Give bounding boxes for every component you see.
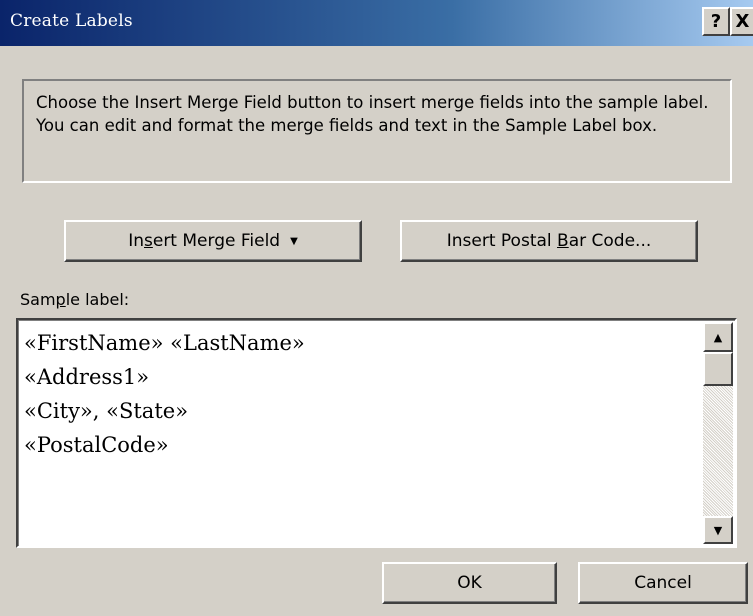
insert-postal-bar-code-label: Insert Postal Bar Code... — [446, 231, 652, 251]
insert-postal-bar-code-button[interactable]: Insert Postal Bar Code... — [400, 220, 698, 262]
instructions-text: Choose the Insert Merge Field button to … — [36, 93, 709, 135]
vertical-scrollbar[interactable]: ▲ ▼ — [703, 322, 733, 544]
insert-merge-field-button[interactable]: Insert Merge Field ▼ — [64, 220, 362, 262]
create-labels-dialog: Create Labels ? X Choose the Insert Merg… — [0, 0, 753, 616]
close-button[interactable]: X — [730, 7, 753, 36]
sample-label-content[interactable]: «FirstName» «LastName» «Address1» «City»… — [24, 326, 305, 462]
scroll-down-button[interactable]: ▼ — [703, 516, 733, 544]
sample-label-line[interactable]: «PostalCode» — [24, 428, 305, 462]
help-icon: ? — [710, 11, 722, 32]
dropdown-arrow-icon: ▼ — [290, 235, 298, 247]
help-button[interactable]: ? — [702, 7, 730, 36]
sample-label-line[interactable]: «FirstName» «LastName» — [24, 326, 305, 360]
cancel-button[interactable]: Cancel — [578, 562, 748, 604]
sample-label-line[interactable]: «Address1» — [24, 360, 305, 394]
scrollbar-thumb[interactable] — [703, 352, 733, 386]
ok-button-label: OK — [457, 573, 482, 593]
sample-label-textarea[interactable]: «FirstName» «LastName» «Address1» «City»… — [16, 318, 737, 548]
cancel-button-label: Cancel — [634, 573, 692, 593]
scroll-up-button[interactable]: ▲ — [703, 322, 733, 352]
sample-label-heading: Sample label: — [20, 290, 130, 309]
instructions-panel: Choose the Insert Merge Field button to … — [22, 79, 732, 183]
window-title: Create Labels — [10, 11, 133, 31]
ok-button[interactable]: OK — [382, 562, 557, 604]
sample-label-line[interactable]: «City», «State» — [24, 394, 305, 428]
insert-merge-field-label: Insert Merge Field — [128, 231, 281, 251]
close-icon: X — [735, 11, 750, 32]
scroll-down-arrow-icon: ▼ — [713, 523, 723, 537]
title-bar[interactable]: Create Labels ? X — [0, 0, 753, 46]
scroll-up-arrow-icon: ▲ — [713, 330, 723, 344]
